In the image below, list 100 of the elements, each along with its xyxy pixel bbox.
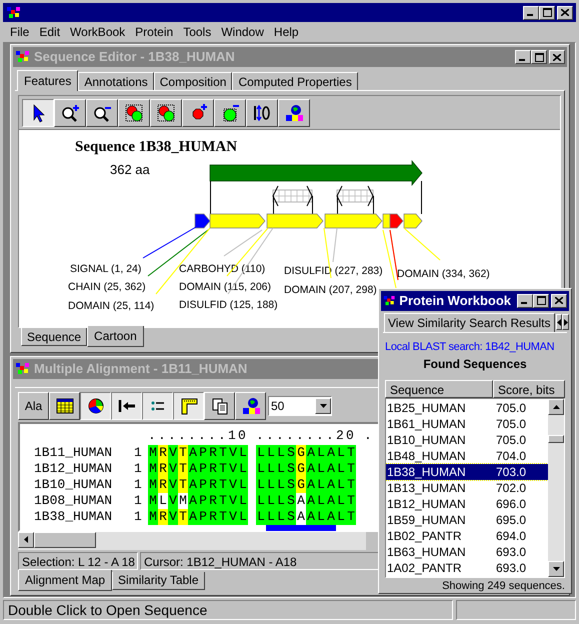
residue: V [168, 492, 178, 508]
tab[interactable]: Sequence [21, 328, 88, 346]
residue: L [316, 476, 326, 492]
residue: L [336, 476, 346, 492]
scroll-thumb[interactable] [34, 532, 96, 548]
left-arrow-icon [556, 318, 561, 326]
list-row[interactable]: 1B10_HUMAN 705.0 [386, 432, 548, 448]
toolbar-button[interactable] [80, 392, 111, 420]
menu-item[interactable]: Help [270, 23, 303, 41]
residue: T [218, 460, 228, 476]
maximize-icon [534, 52, 544, 62]
residue: R [208, 508, 218, 524]
toolbar-button[interactable] [111, 392, 142, 420]
maximize-button[interactable] [539, 6, 555, 20]
residue: L [336, 460, 346, 476]
minimize-button[interactable] [523, 6, 539, 20]
list-row[interactable]: 1B61_HUMAN 705.0 [386, 416, 548, 432]
close-button[interactable] [549, 50, 565, 64]
residue: R [208, 444, 218, 460]
sequence-name: 1B11_HUMAN [34, 444, 114, 462]
minimize-button[interactable] [517, 294, 533, 308]
residue: S [286, 460, 296, 476]
sequence-cell-text: 1B59_HUMAN [386, 512, 467, 529]
residue: S [286, 508, 296, 524]
tab-scroll-right-button[interactable] [562, 314, 569, 330]
tab[interactable]: Computed Properties [232, 72, 358, 90]
score-cell-text: 695.0 [496, 512, 526, 529]
ruler-label: . [364, 428, 374, 444]
close-icon [555, 297, 563, 304]
tab[interactable]: Alignment Map [18, 570, 112, 590]
down-arrow-icon [552, 567, 560, 571]
close-button[interactable] [551, 294, 567, 308]
width-dropdown[interactable]: 50 [268, 396, 332, 416]
residue: A [306, 476, 316, 492]
residue: L [238, 444, 248, 460]
residue: R [208, 476, 218, 492]
toolbar-button[interactable]: Ala [18, 392, 49, 420]
sequence-cell-text: 1B12_HUMAN [386, 496, 467, 513]
sequence-cell-text: 1B38_HUMAN [386, 464, 467, 481]
column-header[interactable]: Score, bits [493, 380, 565, 398]
residue: T [346, 460, 356, 476]
minimize-button[interactable] [515, 50, 531, 64]
list-row[interactable]: 1B38_HUMAN 703.0 [386, 464, 548, 480]
tab-scroll-left-button[interactable] [556, 314, 562, 330]
list-row[interactable]: 1B02_PANTR 694.0 [386, 528, 548, 544]
list-row[interactable]: 1B12_HUMAN 696.0 [386, 496, 548, 512]
status-bar: Double Click to Open Sequence [3, 600, 453, 620]
score-cell-text: 702.0 [496, 480, 526, 497]
residue: T [346, 444, 356, 460]
toolbar-button[interactable] [173, 392, 204, 420]
residue: T [218, 476, 228, 492]
residue: V [228, 444, 238, 460]
tab[interactable]: Similarity Table [112, 572, 205, 590]
tab[interactable]: Features [17, 70, 78, 91]
feature-label: SIGNAL (1, 24) [70, 263, 142, 275]
residue: S [286, 492, 296, 508]
scroll-left-button[interactable] [18, 532, 34, 548]
residue: R [158, 444, 168, 460]
residue: A [306, 460, 316, 476]
right-arrow-icon [564, 318, 568, 326]
tab[interactable]: Annotations [78, 72, 154, 90]
menu-item[interactable]: File [6, 23, 34, 41]
residue: V [168, 476, 178, 492]
residue: L [266, 460, 276, 476]
sequence-cell-text: 1B48_HUMAN [386, 448, 467, 465]
residue: L [316, 444, 326, 460]
score-cell-text: 704.0 [496, 448, 526, 465]
maximize-button[interactable] [531, 50, 547, 64]
tab[interactable]: Cartoon [87, 326, 144, 347]
tab[interactable]: Composition [154, 72, 232, 90]
residue: A [188, 492, 198, 508]
horizontal-scrollbar[interactable] [18, 532, 366, 550]
scroll-down-button[interactable] [548, 561, 564, 577]
residue: L [256, 476, 266, 492]
menu-item[interactable]: Edit [35, 23, 64, 41]
dropdown-button[interactable] [315, 398, 331, 414]
residue: S [286, 444, 296, 460]
list-row[interactable]: 1B25_HUMAN 705.0 [386, 400, 548, 416]
score-cell-text: 696.0 [496, 496, 526, 513]
list-row[interactable]: 1B59_HUMAN 695.0 [386, 512, 548, 528]
close-button[interactable] [557, 6, 573, 20]
scroll-up-button[interactable] [548, 399, 564, 415]
menu-item[interactable]: Tools [179, 23, 216, 41]
scroll-thumb[interactable] [548, 435, 564, 443]
maximize-button[interactable] [533, 294, 549, 308]
menu-item[interactable]: Window [217, 23, 268, 41]
tab[interactable]: View Similarity Search Results [384, 312, 554, 332]
list-row[interactable]: 1B48_HUMAN 704.0 [386, 448, 548, 464]
menu-item[interactable]: Protein [131, 23, 178, 41]
residue: V [228, 476, 238, 492]
list-row[interactable]: 1B13_HUMAN 702.0 [386, 480, 548, 496]
residue: P [198, 476, 208, 492]
residue: T [218, 444, 228, 460]
residue: A [188, 444, 198, 460]
toolbar-button[interactable] [22, 98, 54, 126]
vertical-scrollbar[interactable] [548, 399, 564, 577]
sequence-name: 1B08_HUMAN [34, 492, 114, 510]
menu-item[interactable]: WorkBook [66, 23, 130, 41]
column-header[interactable]: Sequence [385, 380, 493, 398]
residue: T [178, 460, 188, 476]
